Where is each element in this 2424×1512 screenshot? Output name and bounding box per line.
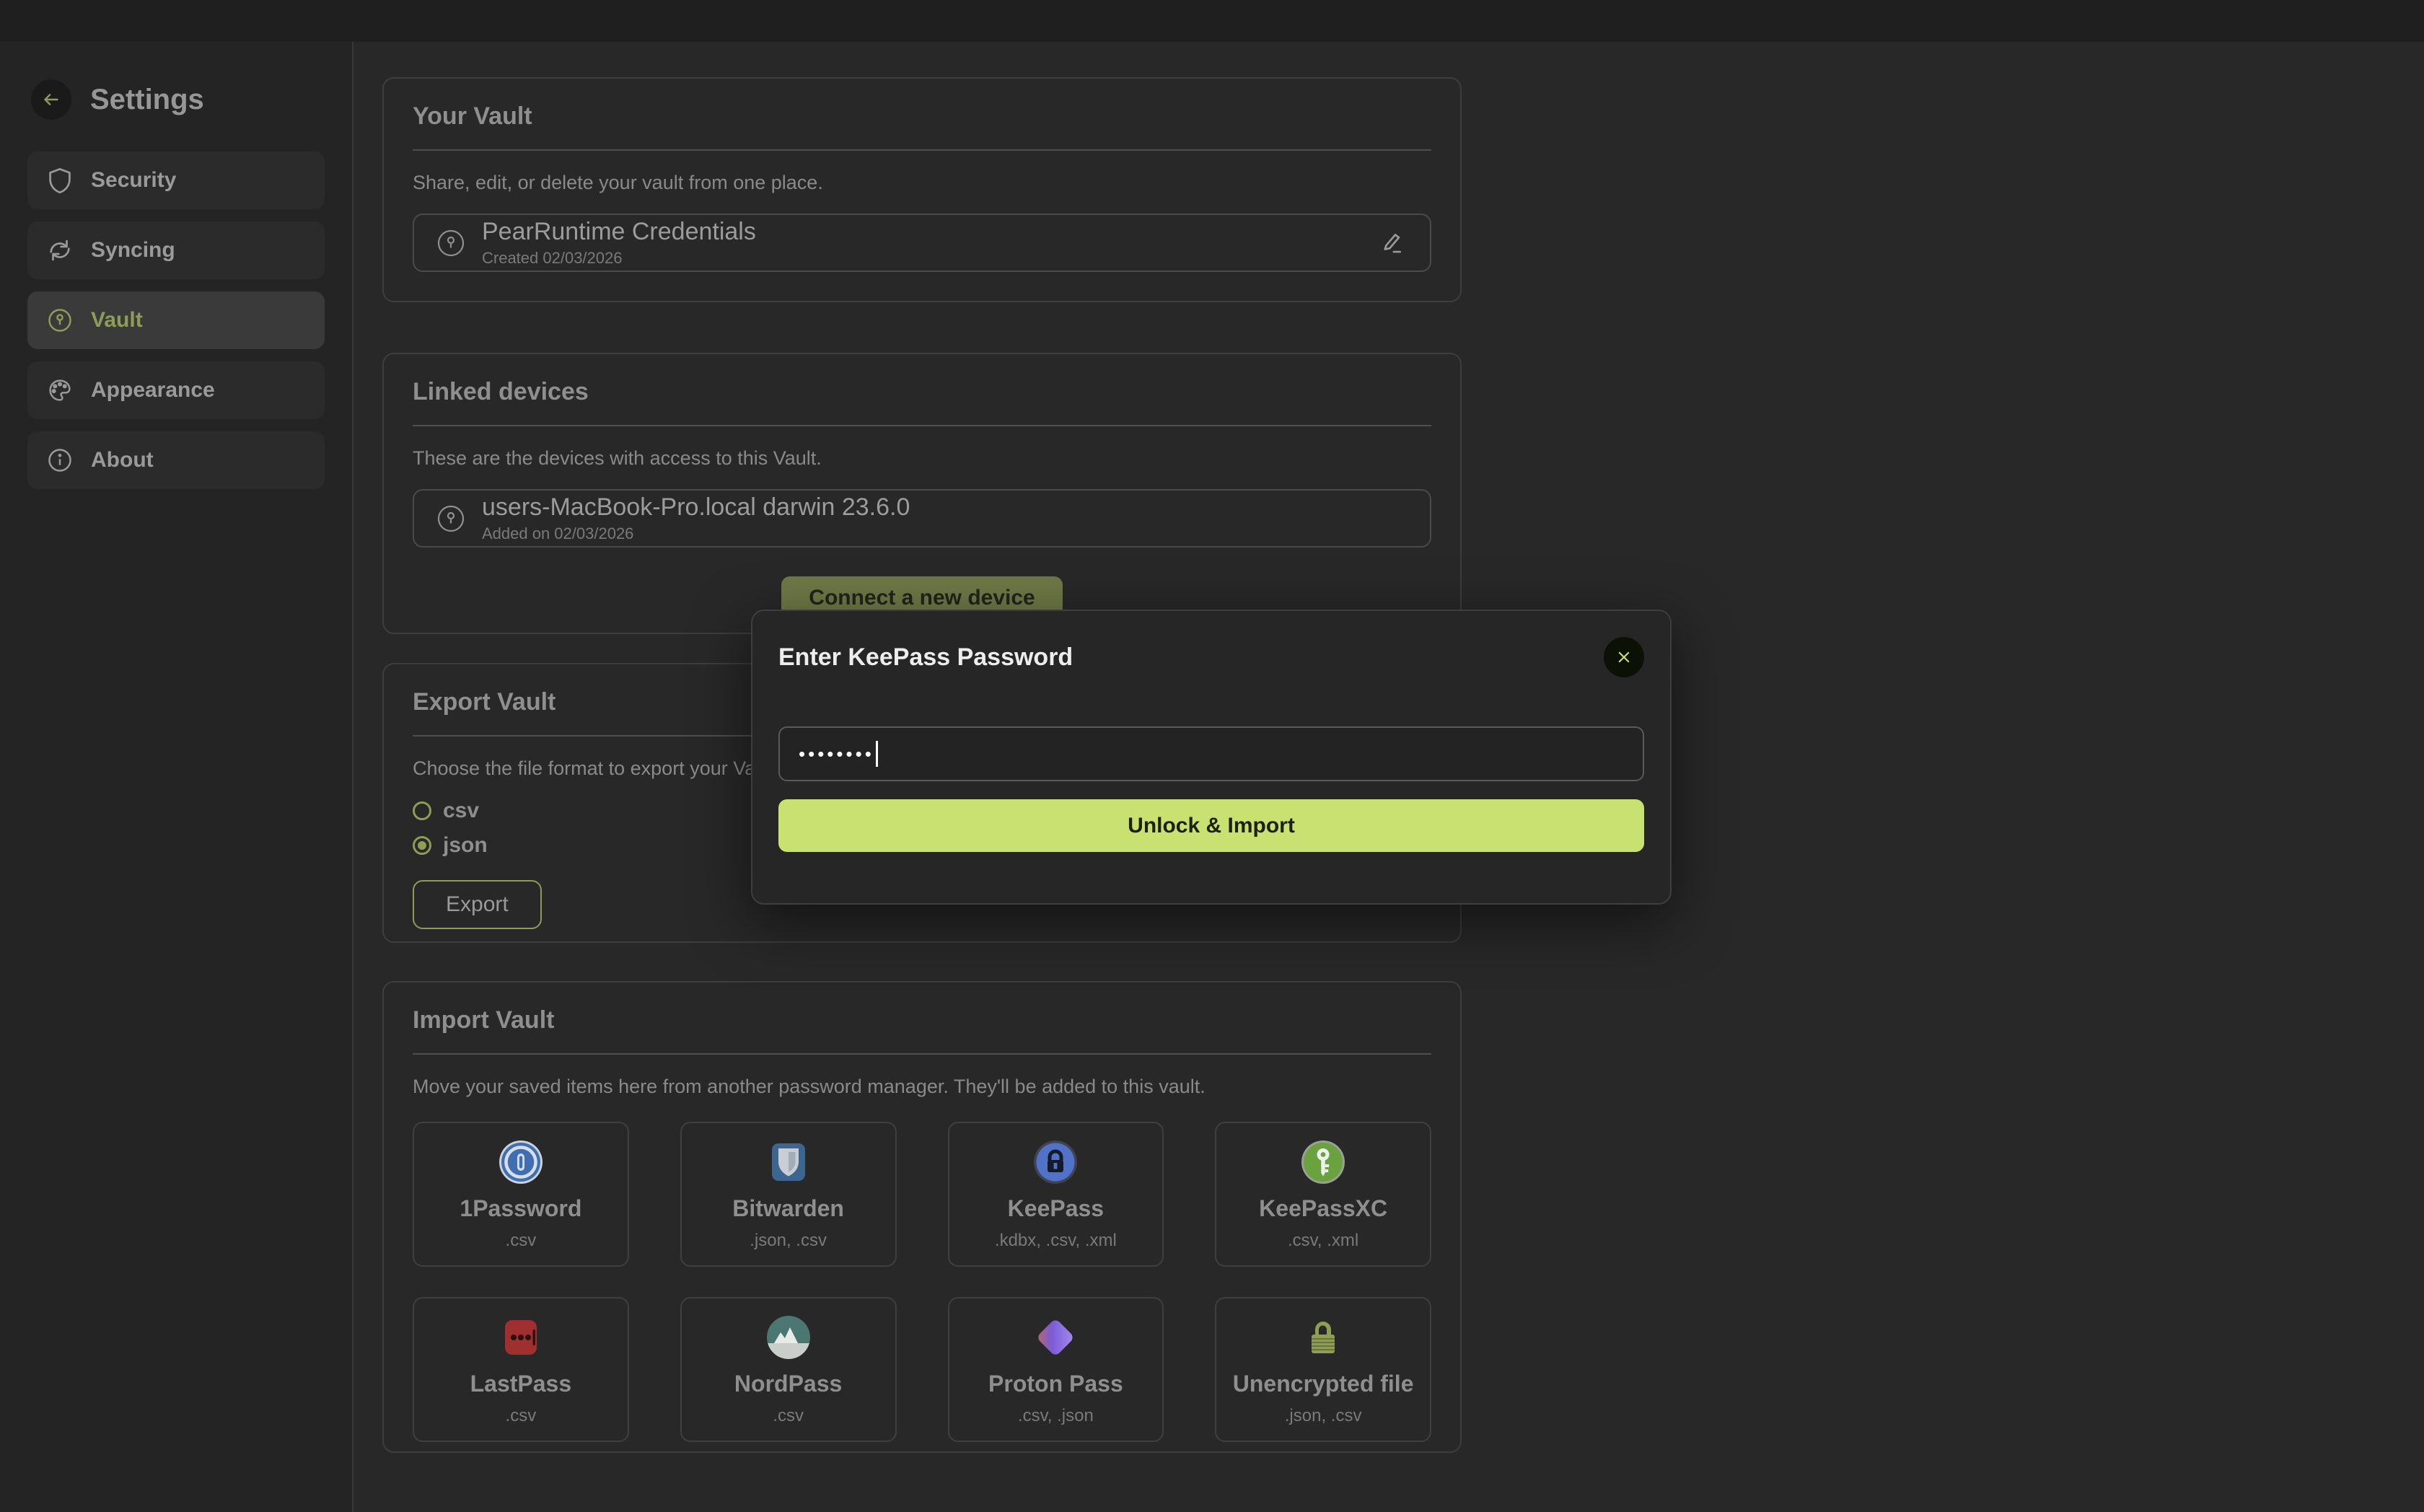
divider (413, 1053, 1431, 1055)
vault-key-icon (46, 307, 74, 334)
vault-name: PearRuntime Credentials (482, 218, 756, 245)
key-circle-icon (434, 502, 467, 535)
unlock-import-button[interactable]: Unlock & Import (778, 799, 1644, 852)
edit-pencil-icon[interactable] (1375, 227, 1407, 259)
import-provider-keepassxc[interactable]: KeePassXC .csv, .xml (1215, 1122, 1431, 1267)
card-description: Share, edit, or delete your vault from o… (413, 171, 1431, 195)
provider-name: NordPass (734, 1371, 842, 1397)
device-added-date: Added on 02/03/2026 (482, 524, 910, 543)
provider-name: Unencrypted file (1233, 1371, 1414, 1397)
bitwarden-icon (765, 1139, 812, 1185)
modal-title: Enter KeePass Password (778, 643, 1073, 672)
divider (413, 425, 1431, 426)
import-provider-unencrypted-file[interactable]: Unencrypted file .json, .csv (1215, 1297, 1431, 1442)
sidebar-header: Settings (0, 42, 352, 120)
import-provider-lastpass[interactable]: LastPass .csv (413, 1297, 629, 1442)
lastpass-icon (498, 1314, 544, 1361)
card-description: Move your saved items here from another … (413, 1075, 1431, 1099)
sidebar-item-appearance[interactable]: Appearance (27, 361, 325, 419)
provider-formats: .csv (506, 1406, 537, 1426)
vault-row: PearRuntime Credentials Created 02/03/20… (413, 214, 1431, 272)
provider-formats: .csv, .json (1018, 1406, 1094, 1426)
provider-name: 1Password (460, 1195, 581, 1222)
sidebar-item-label: Appearance (91, 378, 215, 403)
page-title: Settings (90, 84, 204, 116)
device-row: users-MacBook-Pro.local darwin 23.6.0 Ad… (413, 489, 1431, 548)
card-title: Import Vault (413, 983, 1431, 1034)
card-title: Your Vault (413, 79, 1431, 131)
nordpass-icon (765, 1314, 812, 1361)
linked-devices-card: Linked devices These are the devices wit… (382, 353, 1462, 634)
info-icon (46, 447, 74, 474)
import-provider-bitwarden[interactable]: Bitwarden .json, .csv (680, 1122, 897, 1267)
keepassxc-icon (1300, 1139, 1346, 1185)
close-icon[interactable] (1604, 637, 1644, 677)
provider-formats: .csv, .xml (1288, 1231, 1358, 1251)
your-vault-card: Your Vault Share, edit, or delete your v… (382, 77, 1462, 302)
provider-name: KeePass (1008, 1195, 1104, 1222)
window-titlebar (0, 0, 2424, 42)
device-name: users-MacBook-Pro.local darwin 23.6.0 (482, 493, 910, 521)
unencrypted-lock-icon (1300, 1314, 1346, 1361)
sidebar-item-vault[interactable]: Vault (27, 291, 325, 349)
provider-name: KeePassXC (1259, 1195, 1387, 1222)
import-grid: 1Password .csv Bitwarden .json, .csv KeePass… (413, 1122, 1431, 1442)
keepass-password-modal: Enter KeePass Password •••••••• Unlock &… (751, 610, 1672, 905)
shield-icon (46, 167, 74, 194)
card-title: Linked devices (413, 354, 1431, 406)
back-button[interactable] (31, 79, 71, 120)
keepass-icon (1032, 1139, 1079, 1185)
import-provider-keepass[interactable]: KeePass .kdbx, .csv, .xml (948, 1122, 1164, 1267)
sidebar-nav: Security Syncing Vault Appearance About (0, 151, 352, 489)
provider-formats: .kdbx, .csv, .xml (995, 1231, 1117, 1251)
radio-selected-icon (413, 836, 431, 855)
provider-name: Proton Pass (988, 1371, 1123, 1397)
provider-formats: .json, .csv (1285, 1406, 1362, 1426)
provider-formats: .csv (506, 1231, 537, 1251)
import-vault-card: Import Vault Move your saved items here … (382, 981, 1462, 1453)
card-description: These are the devices with access to thi… (413, 447, 1431, 470)
sidebar-item-about[interactable]: About (27, 431, 325, 489)
sync-icon (46, 237, 74, 264)
password-masked-value: •••••••• (799, 726, 874, 781)
import-provider-1password[interactable]: 1Password .csv (413, 1122, 629, 1267)
key-circle-icon (434, 227, 467, 260)
provider-formats: .csv (773, 1406, 804, 1426)
import-provider-nordpass[interactable]: NordPass .csv (680, 1297, 897, 1442)
sidebar-item-syncing[interactable]: Syncing (27, 221, 325, 279)
modal-header: Enter KeePass Password (778, 611, 1644, 677)
text-caret (876, 741, 878, 767)
1password-icon (498, 1139, 544, 1185)
import-provider-proton-pass[interactable]: Proton Pass .csv, .json (948, 1297, 1164, 1442)
vault-created-date: Created 02/03/2026 (482, 249, 756, 268)
protonpass-icon (1032, 1314, 1079, 1361)
password-input[interactable]: •••••••• (778, 726, 1644, 781)
provider-name: Bitwarden (732, 1195, 844, 1222)
sidebar-item-label: Vault (91, 308, 143, 333)
sidebar-item-label: Syncing (91, 238, 175, 263)
sidebar-item-label: Security (91, 168, 176, 193)
provider-name: LastPass (470, 1371, 572, 1397)
divider (413, 149, 1431, 151)
palette-icon (46, 377, 74, 404)
sidebar: Settings Security Syncing Vault Appearance A… (0, 42, 354, 1512)
provider-formats: .json, .csv (750, 1231, 827, 1251)
radio-unselected-icon (413, 801, 431, 820)
sidebar-item-label: About (91, 448, 154, 472)
export-button[interactable]: Export (413, 880, 542, 929)
sidebar-item-security[interactable]: Security (27, 151, 325, 209)
